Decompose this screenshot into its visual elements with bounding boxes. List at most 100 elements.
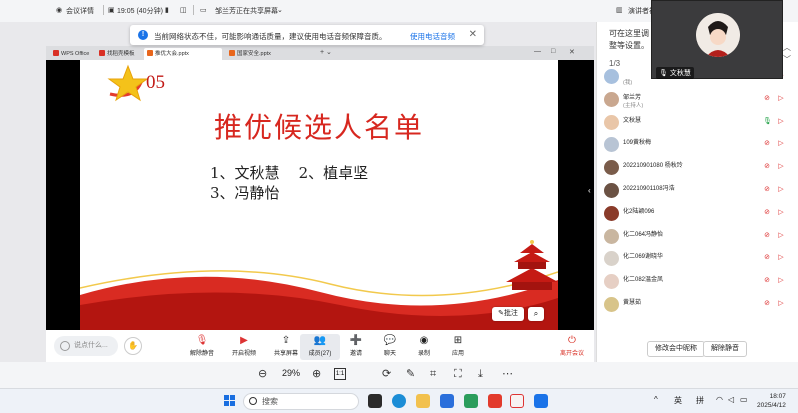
pptx-icon: [147, 50, 153, 56]
lang-indicator[interactable]: 英: [674, 395, 682, 406]
participant-name: 2022109010​80 杨秋玲: [623, 163, 683, 170]
tab-templates[interactable]: 找稻壳模板: [96, 48, 138, 60]
participant-name: 黄慧茹: [623, 300, 642, 306]
meeting-app-icon[interactable]: [510, 394, 524, 408]
screen-share-icon: ▭: [200, 7, 207, 14]
panel-hint: 可在这里调整等设置。: [609, 29, 649, 50]
participant-name: 202210901108冯浩: [623, 186, 675, 192]
avatar: [604, 251, 619, 267]
wifi-icon[interactable]: ◠: [716, 395, 723, 404]
volume-icon[interactable]: ◁: [728, 395, 734, 404]
raise-hand-icon[interactable]: ✋: [124, 337, 142, 355]
speaker-video[interactable]: 🎙 文秋慧: [651, 0, 783, 79]
collapse-panel-icon[interactable]: ‹: [588, 186, 591, 195]
template-icon: [99, 50, 105, 56]
close-icon[interactable]: ✕: [569, 48, 575, 56]
emoji-icon: [60, 341, 70, 351]
chevron-down-icon[interactable]: ⌄: [277, 6, 283, 14]
wps-icon: [53, 50, 59, 56]
tray-chevron-icon[interactable]: ^: [654, 395, 658, 404]
annotate-button[interactable]: ✎批注: [492, 307, 524, 321]
clock[interactable]: 18:07 2025/4/12: [757, 392, 786, 410]
participant-row[interactable]: 109黄秋梅 ⊘ ▷: [597, 134, 798, 156]
divider: [193, 5, 194, 15]
participant-row[interactable]: 化二064冯静怡 ⊘ ▷: [597, 226, 798, 248]
new-tab-icon[interactable]: + ⌄: [320, 48, 332, 56]
tab-guojia-pptx[interactable]: 国家安全.pptx: [226, 48, 274, 60]
sharing-status[interactable]: 邹兰芳正在共享屏幕: [215, 6, 278, 16]
download-icon[interactable]: ⤓: [478, 367, 483, 381]
mic-off-icon: ⊘: [764, 140, 770, 148]
taskbar-search[interactable]: 搜索: [243, 393, 359, 410]
camera-off-icon: ▷: [778, 186, 784, 193]
zoom-in-icon[interactable]: ⊕: [312, 367, 321, 381]
mic-icon: 🎙: [659, 70, 668, 77]
toolbar-video-off-button[interactable]: ▶ 开启视频: [224, 334, 264, 360]
avatar: [604, 137, 619, 153]
mic-off-icon: 🎙: [195, 335, 209, 346]
tab-wps-office[interactable]: WPS Office: [50, 48, 92, 60]
avatar: [604, 183, 619, 198]
participant-row[interactable]: 化二069谢晓华 ⊘ ▷: [597, 248, 798, 270]
store-icon[interactable]: [440, 394, 454, 408]
zoom-icon[interactable]: ⌕: [528, 307, 544, 321]
camera-off-icon: ▷: [778, 254, 784, 262]
avatar: [604, 69, 619, 84]
wps-icon[interactable]: [488, 394, 502, 408]
camera-off-icon: ▷: [778, 140, 784, 148]
edit-icon[interactable]: ✎: [406, 367, 415, 381]
viewer-bar: ⊖ 29% ⊕ 1:1 ⟳ ✎ ⌗ ⛶ ⤓ ⋯: [0, 362, 798, 388]
rotate-icon[interactable]: ⟳: [382, 367, 391, 381]
zoom-out-icon[interactable]: ⊖: [258, 367, 267, 381]
participant-row[interactable]: 文秋慧 🎙 ▷: [597, 112, 798, 134]
participant-row[interactable]: 黄慧茹 ⊘ ▷: [597, 294, 798, 316]
camera-off-icon: ▷: [778, 94, 784, 102]
minimize-icon[interactable]: —: [534, 48, 541, 55]
participant-row[interactable]: 化2陆颖096 ⊘ ▷: [597, 203, 798, 225]
meeting-timer: 19:05 (40分钟): [117, 8, 163, 15]
more-icon[interactable]: ⋯: [502, 367, 513, 381]
participant-name: 化2陆颖096: [623, 208, 655, 215]
chat-quick-input[interactable]: 说点什么...: [54, 336, 118, 356]
avatar: [604, 228, 619, 244]
mic-on-icon: 🎙: [763, 117, 772, 125]
phone-audio-link[interactable]: 使用电话音频: [410, 31, 455, 42]
signal-icon: ▮: [165, 7, 169, 14]
crop-icon[interactable]: ⌗: [430, 367, 436, 381]
avatar: [604, 205, 619, 221]
camera-off-icon: ▷: [778, 277, 784, 285]
app-icon[interactable]: [464, 394, 478, 408]
unmute-button[interactable]: 解除静音: [703, 341, 747, 357]
toolbar-members-button[interactable]: 👥 成员(27): [300, 334, 340, 360]
maximize-icon[interactable]: □: [551, 48, 555, 55]
toolbar-label: 邀请: [349, 351, 362, 357]
pager-arrows[interactable]: ︿ ﹀: [783, 42, 791, 66]
task-view-icon[interactable]: [368, 394, 382, 408]
toolbar-label: 解除静音: [189, 351, 214, 357]
participant-row[interactable]: 邹兰芳 (主持人) ⊘ ▷: [597, 89, 798, 111]
windows-start-icon[interactable]: [224, 395, 236, 407]
rename-button[interactable]: 修改会中昵称: [647, 341, 705, 357]
actual-size-button[interactable]: 1:1: [334, 368, 346, 380]
edge-icon[interactable]: [392, 394, 406, 408]
mic-off-icon: ⊘: [764, 277, 770, 285]
file-explorer-icon[interactable]: [416, 394, 430, 408]
fullscreen-icon[interactable]: ⛶: [454, 367, 462, 381]
toolbar-mic-off-button[interactable]: 🎙 解除静音: [182, 334, 222, 360]
battery-icon[interactable]: ▭: [740, 395, 748, 404]
participant-row[interactable]: 202210901108冯浩 ⊘ ▷: [597, 180, 798, 202]
mic-off-icon: ⊘: [764, 300, 770, 307]
participant-row[interactable]: 2022109010​80 杨秋玲 ⊘ ▷: [597, 157, 798, 179]
tencent-meeting-icon[interactable]: [534, 394, 548, 408]
meeting-details-link[interactable]: 会议详情: [66, 6, 94, 16]
participant-name: 化二064冯静怡: [623, 231, 664, 238]
toolbar-apps-button[interactable]: ⊞ 应用: [438, 334, 478, 360]
ime-indicator[interactable]: 拼: [696, 395, 704, 406]
toolbar-label: 应用: [451, 351, 464, 357]
participant-row[interactable]: 化二082温金凤 ⊘ ▷: [597, 271, 798, 293]
presentation-slide: 05 推优候选人名单 1、文秋慧 2、植卓坚 3、冯静怡: [80, 60, 558, 330]
close-icon[interactable]: ✕: [469, 29, 477, 40]
leave-meeting-button[interactable]: ⏻ 离开会议: [552, 334, 592, 360]
tab-tuiyou-pptx[interactable]: 推优大会.pptx: [144, 48, 222, 60]
mic-off-icon: ⊘: [764, 231, 770, 239]
